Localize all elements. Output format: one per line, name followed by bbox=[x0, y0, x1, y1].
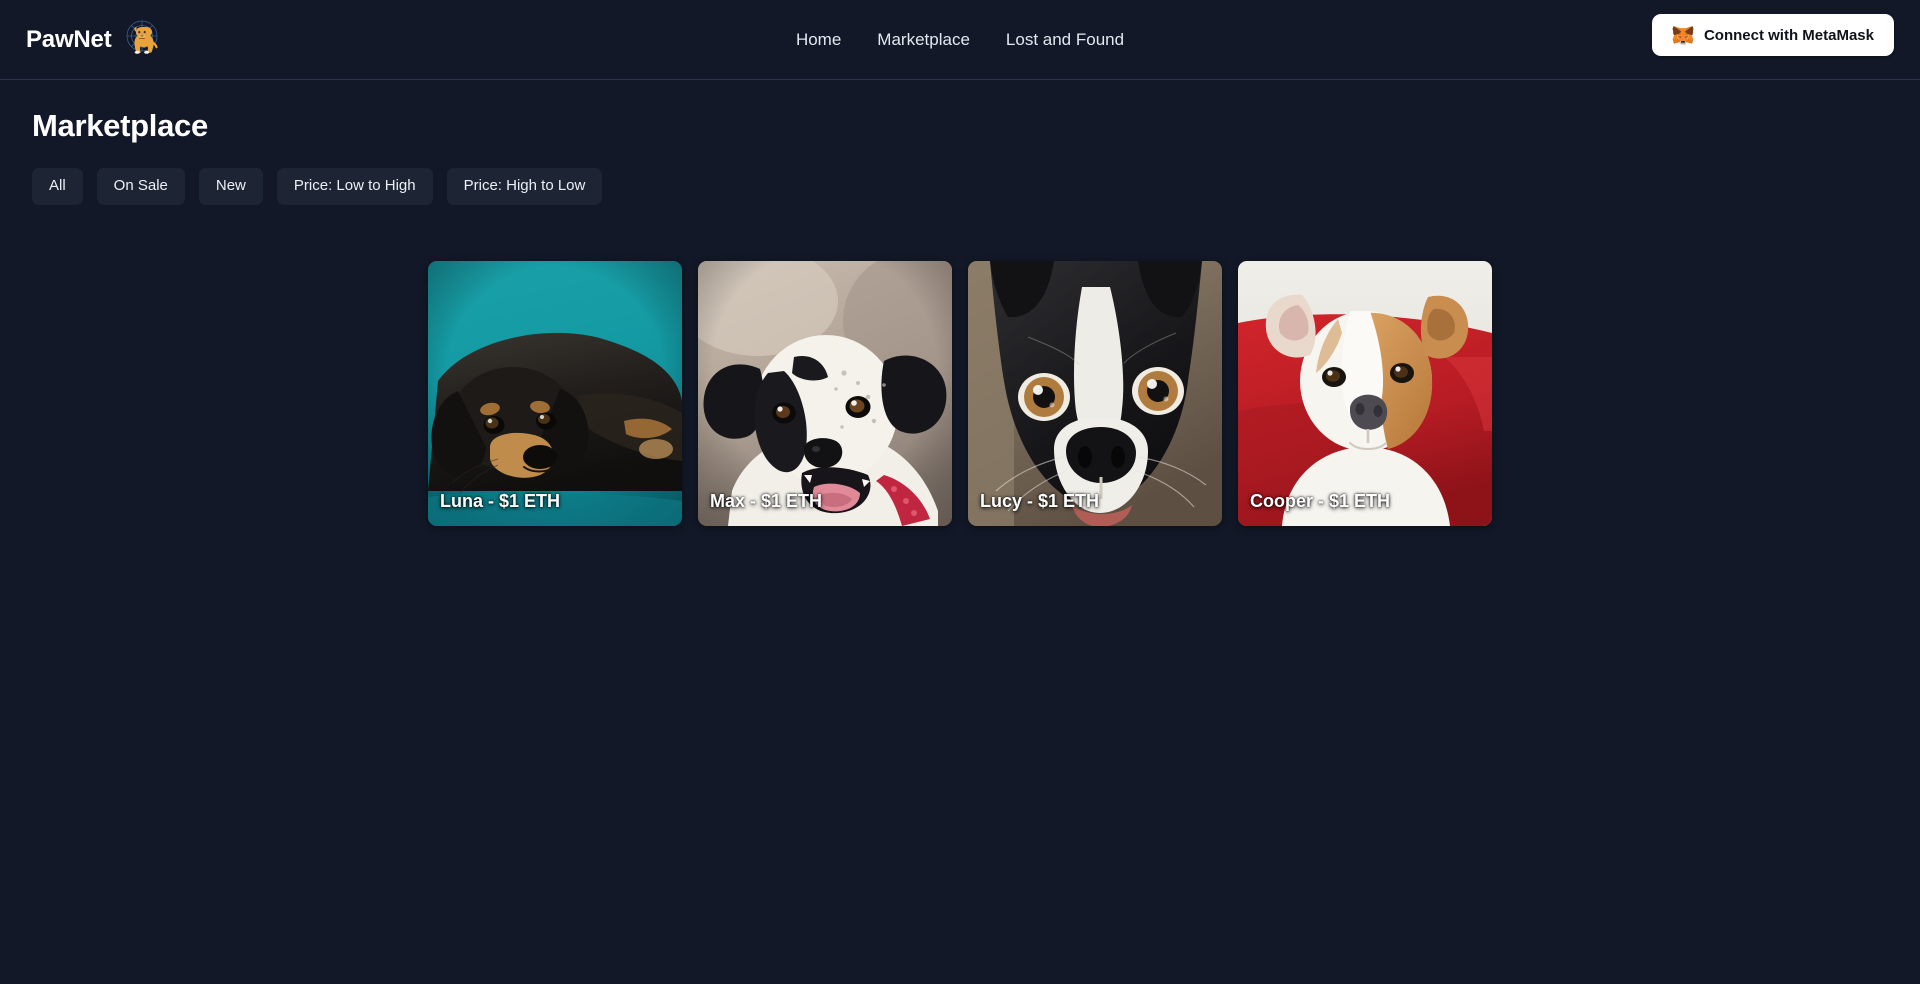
filter-bar: All On Sale New Price: Low to High Price… bbox=[32, 168, 1888, 205]
filter-chip-price-low-to-high[interactable]: Price: Low to High bbox=[276, 168, 433, 205]
nav-link-marketplace[interactable]: Marketplace bbox=[877, 30, 970, 50]
brand-name: PawNet bbox=[26, 25, 112, 53]
nft-image-luna bbox=[428, 260, 682, 526]
brand-logo-group[interactable]: PawNet bbox=[26, 18, 164, 62]
nft-card[interactable]: Lucy - $1 ETH bbox=[968, 260, 1222, 526]
nft-card[interactable]: Cooper - $1 ETH bbox=[1238, 260, 1492, 526]
filter-chip-price-high-to-low[interactable]: Price: High to Low bbox=[446, 168, 603, 205]
nft-card-label: Cooper - $1 ETH bbox=[1250, 490, 1391, 511]
nft-card-label: Luna - $1 ETH bbox=[440, 490, 561, 511]
nft-card[interactable]: Luna - $1 ETH bbox=[428, 260, 682, 526]
nft-card[interactable]: Max - $1 ETH bbox=[698, 260, 952, 526]
nft-image-cooper bbox=[1238, 260, 1492, 526]
filter-chip-all[interactable]: All bbox=[32, 168, 83, 205]
nft-card-label: Max - $1 ETH bbox=[710, 490, 823, 511]
nft-grid-wrapper: Luna - $1 ETH Max - $1 ETH Lucy - $1 ETH… bbox=[32, 260, 1888, 526]
dog-network-logo-icon bbox=[120, 18, 164, 62]
page-title: Marketplace bbox=[32, 108, 208, 143]
nft-card-label: Lucy - $1 ETH bbox=[980, 490, 1100, 511]
metamask-fox-icon bbox=[1672, 25, 1694, 45]
page-content: Marketplace All On Sale New Price: Low t… bbox=[0, 80, 1920, 526]
connect-metamask-button[interactable]: Connect with MetaMask bbox=[1651, 14, 1894, 56]
nft-image-max bbox=[698, 260, 952, 526]
site-header: PawNet Home Marketplace Lost and Found C… bbox=[0, 0, 1920, 80]
nav-link-lost-and-found[interactable]: Lost and Found bbox=[1006, 30, 1124, 50]
connect-metamask-label: Connect with MetaMask bbox=[1703, 26, 1874, 44]
filter-chip-on-sale[interactable]: On Sale bbox=[96, 168, 185, 205]
nft-card-grid: Luna - $1 ETH Max - $1 ETH Lucy - $1 ETH… bbox=[428, 260, 1492, 526]
main-navigation: Home Marketplace Lost and Found bbox=[796, 30, 1124, 50]
filter-chip-new[interactable]: New bbox=[198, 168, 263, 205]
nav-link-home[interactable]: Home bbox=[796, 30, 841, 50]
nft-image-lucy bbox=[968, 260, 1222, 526]
